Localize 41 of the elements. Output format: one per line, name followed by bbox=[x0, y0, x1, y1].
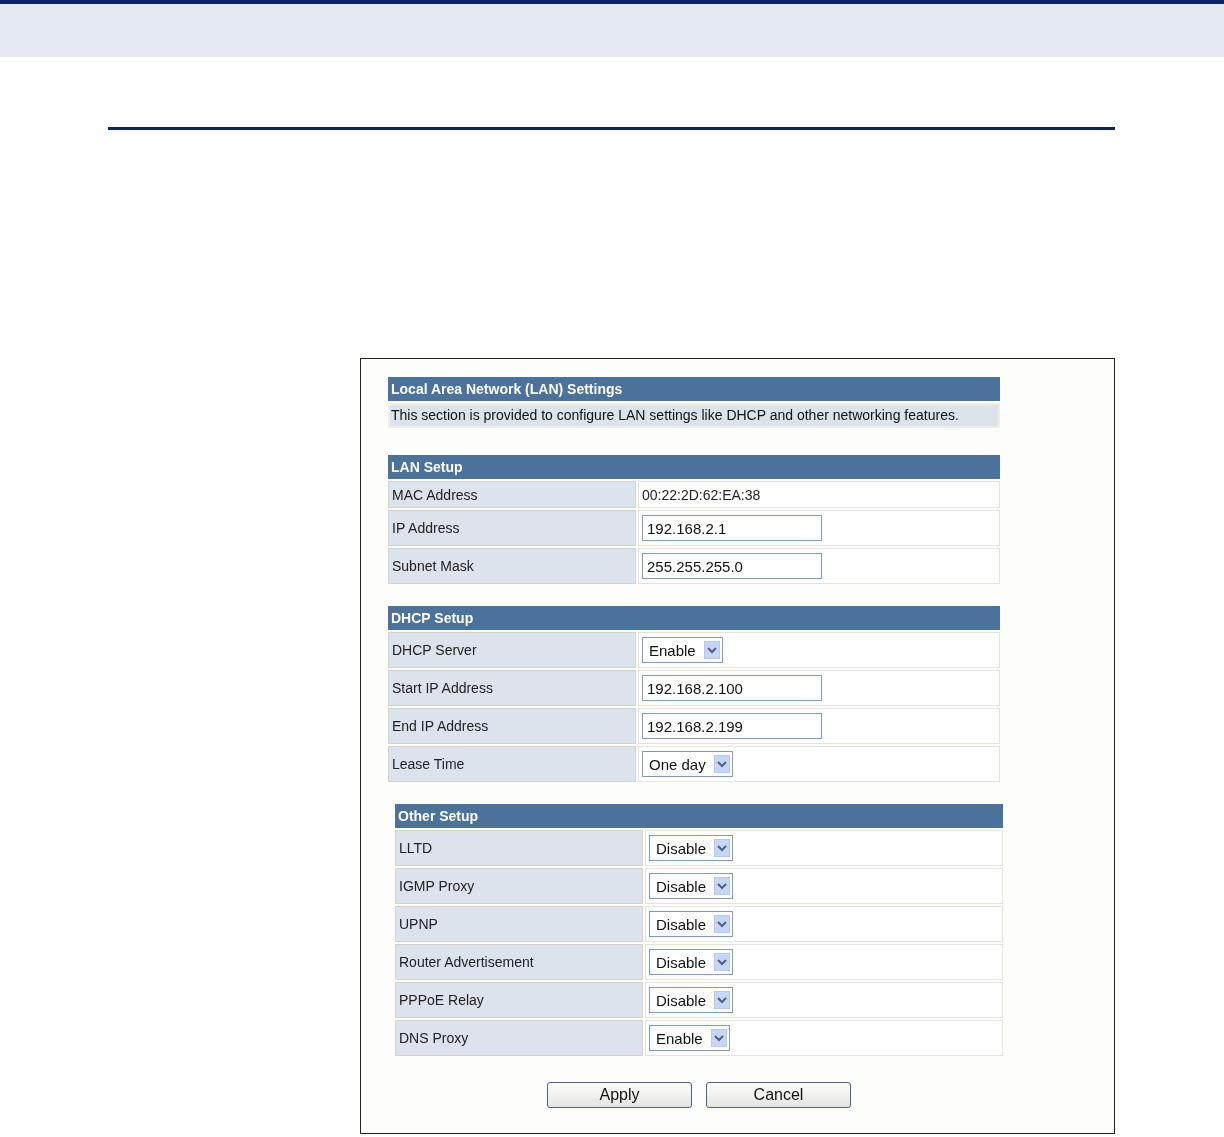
section-header: DHCP Setup bbox=[388, 606, 1000, 630]
dropdown[interactable]: Disable bbox=[649, 987, 734, 1013]
section-header: Other Setup bbox=[395, 804, 1003, 828]
field-label: Subnet Mask bbox=[388, 548, 636, 584]
input-field[interactable]: 192.168.2.1 bbox=[642, 515, 822, 541]
caret-icon bbox=[714, 953, 731, 971]
field-label: PPPoE Relay bbox=[395, 982, 643, 1018]
dropdown[interactable]: Enable bbox=[649, 1025, 730, 1051]
section-description: This section is provided to configure LAN settings like DHCP and other networking features. bbox=[388, 403, 1000, 428]
input-field[interactable]: 192.168.2.199 bbox=[642, 713, 822, 739]
dropdown[interactable]: Enable bbox=[642, 637, 723, 663]
field-label: UPNP bbox=[395, 906, 643, 942]
section-header: Local Area Network (LAN) Settings bbox=[388, 377, 1000, 401]
caret-icon bbox=[714, 991, 731, 1009]
caret-icon bbox=[713, 755, 730, 773]
field-label: Start IP Address bbox=[388, 670, 636, 706]
field-label: End IP Address bbox=[388, 708, 636, 744]
caret-icon bbox=[703, 641, 720, 659]
dropdown[interactable]: Disable bbox=[649, 911, 734, 937]
field-label: Router Advertisement bbox=[395, 944, 643, 980]
field-label: LLTD bbox=[395, 830, 643, 866]
input-field[interactable]: 255.255.255.0 bbox=[642, 553, 822, 579]
dropdown[interactable]: Disable bbox=[649, 835, 734, 861]
input-field[interactable]: 192.168.2.100 bbox=[642, 675, 822, 701]
field-label: DNS Proxy bbox=[395, 1020, 643, 1056]
field-label: Lease Time bbox=[388, 746, 636, 782]
field-value: 00:22:2D:62:EA:38 bbox=[642, 486, 761, 503]
dropdown[interactable]: One day bbox=[642, 751, 733, 777]
field-label: DHCP Server bbox=[388, 632, 636, 668]
form-button[interactable]: Apply bbox=[547, 1082, 692, 1108]
dropdown[interactable]: Disable bbox=[649, 873, 734, 899]
field-label: MAC Address bbox=[388, 481, 636, 508]
form-button[interactable]: Cancel bbox=[706, 1082, 851, 1108]
caret-icon bbox=[714, 915, 731, 933]
caret-icon bbox=[710, 1029, 727, 1047]
caret-icon bbox=[714, 877, 731, 895]
field-label: IP Address bbox=[388, 510, 636, 546]
section-header: LAN Setup bbox=[388, 455, 1000, 479]
field-label: IGMP Proxy bbox=[395, 868, 643, 904]
dropdown[interactable]: Disable bbox=[649, 949, 734, 975]
caret-icon bbox=[714, 839, 731, 857]
